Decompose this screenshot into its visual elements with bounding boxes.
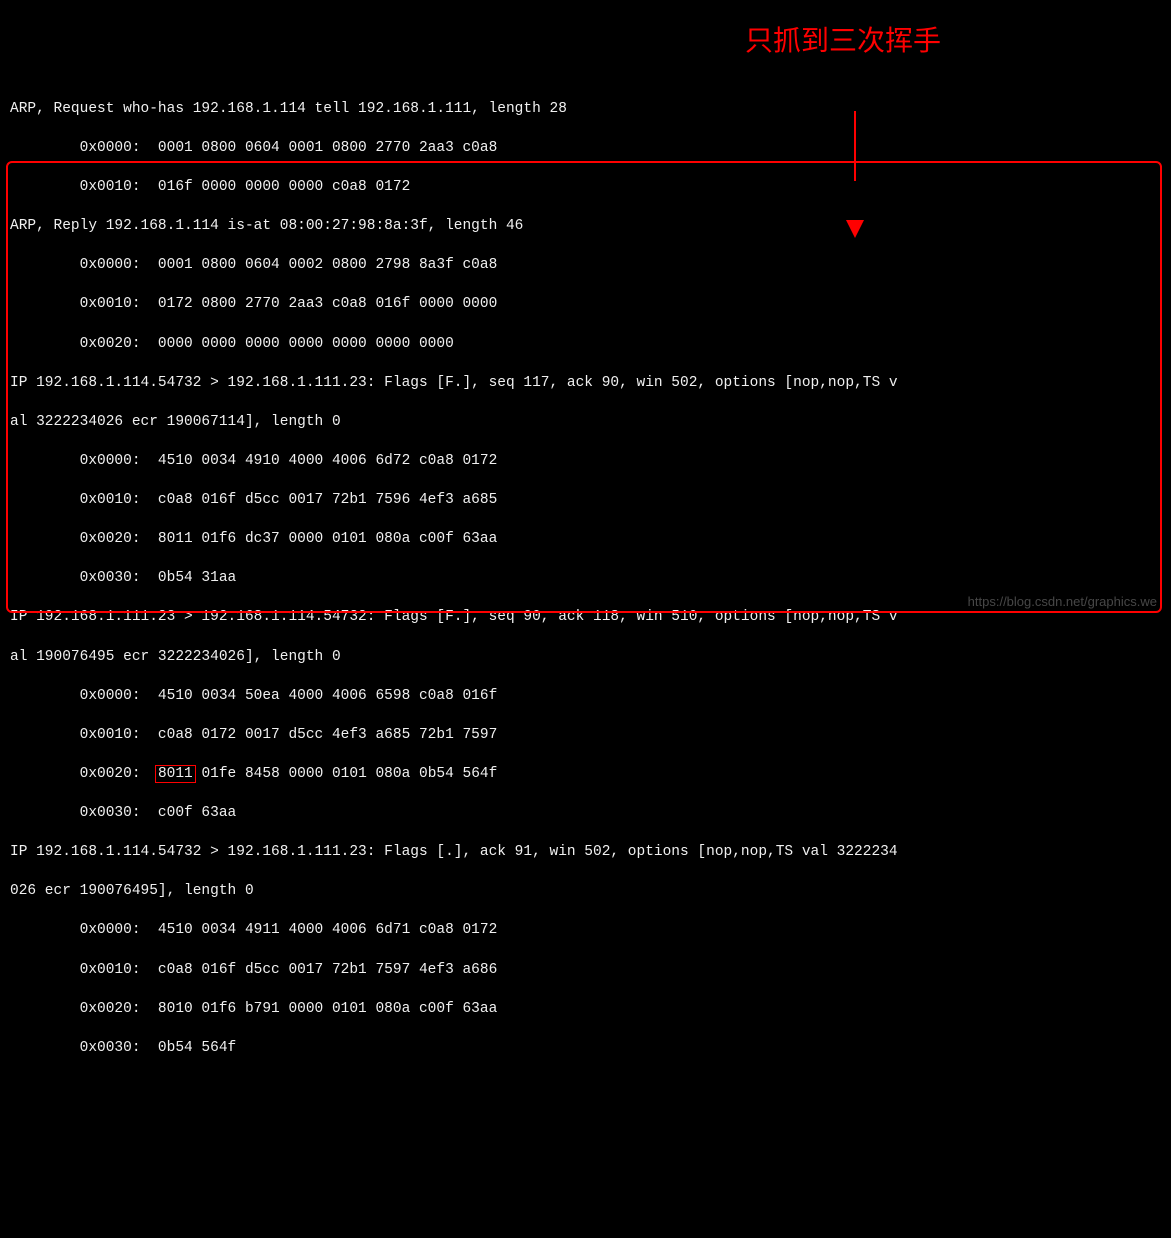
ip-packet-3-line: IP 192.168.1.114.54732 > 192.168.1.111.2… — [10, 843, 1161, 863]
hex-line: 0x0010: 0172 0800 2770 2aa3 c0a8 016f 00… — [10, 295, 1161, 315]
hex-line: 0x0010: c0a8 016f d5cc 0017 72b1 7596 4e… — [10, 491, 1161, 511]
hex-line: 0x0000: 4510 0034 4911 4000 4006 6d71 c0… — [10, 921, 1161, 941]
terminal-output: ARP, Request who-has 192.168.1.114 tell … — [10, 80, 1161, 1078]
arrow-down-icon — [846, 72, 864, 258]
hex-line: 0x0000: 0001 0800 0604 0001 0800 2770 2a… — [10, 139, 1161, 159]
hex-line: 0x0000: 4510 0034 50ea 4000 4006 6598 c0… — [10, 687, 1161, 707]
hex-line: 0x0000: 0001 0800 0604 0002 0800 2798 8a… — [10, 256, 1161, 276]
hex-line: 0x0000: 4510 0034 4910 4000 4006 6d72 c0… — [10, 452, 1161, 472]
hex-line: 0x0020: 0000 0000 0000 0000 0000 0000 00… — [10, 335, 1161, 355]
hex-line: 0x0030: c00f 63aa — [10, 804, 1161, 824]
tcp-flags-highlight: 8011 — [158, 766, 193, 782]
annotation-text: 只抓到三次挥手 — [745, 22, 941, 60]
hex-line: 0x0030: 0b54 31aa — [10, 569, 1161, 589]
hex-line: 0x0020: 8011 01fe 8458 0000 0101 080a 0b… — [10, 765, 1161, 785]
hex-line: 0x0030: 0b54 564f — [10, 1039, 1161, 1059]
ip-packet-2-line: IP 192.168.1.111.23 > 192.168.1.114.5473… — [10, 608, 1161, 628]
arp-reply-line: ARP, Reply 192.168.1.114 is-at 08:00:27:… — [10, 217, 1161, 237]
ip-packet-1-line: IP 192.168.1.114.54732 > 192.168.1.111.2… — [10, 374, 1161, 394]
hex-line: 0x0020: 8010 01f6 b791 0000 0101 080a c0… — [10, 1000, 1161, 1020]
watermark-text: https://blog.csdn.net/graphics.we — [968, 593, 1157, 611]
ip-packet-1-line: al 3222234026 ecr 190067114], length 0 — [10, 413, 1161, 433]
hex-line: 0x0020: 8011 01f6 dc37 0000 0101 080a c0… — [10, 530, 1161, 550]
hex-line: 0x0010: c0a8 0172 0017 d5cc 4ef3 a685 72… — [10, 726, 1161, 746]
ip-packet-2-line: al 190076495 ecr 3222234026], length 0 — [10, 648, 1161, 668]
hex-line: 0x0010: c0a8 016f d5cc 0017 72b1 7597 4e… — [10, 961, 1161, 981]
hex-line: 0x0010: 016f 0000 0000 0000 c0a8 0172 — [10, 178, 1161, 198]
ip-packet-3-line: 026 ecr 190076495], length 0 — [10, 882, 1161, 902]
arp-request-line: ARP, Request who-has 192.168.1.114 tell … — [10, 100, 1161, 120]
